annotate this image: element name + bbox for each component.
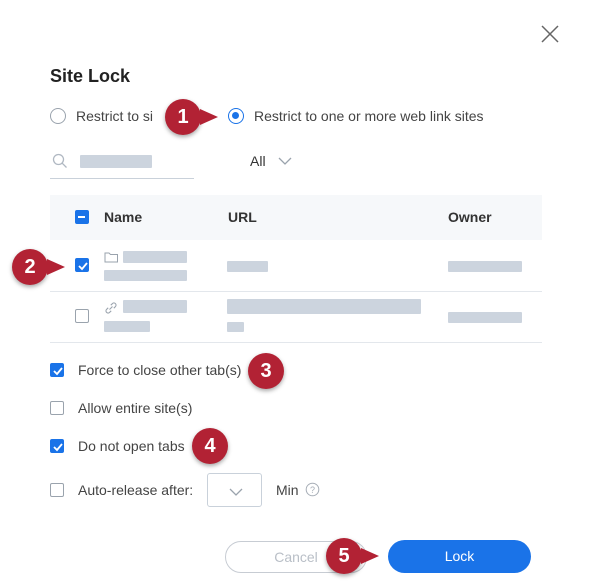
svg-text:?: ? [310,485,315,495]
annotation-badge-4: 4 [192,428,228,464]
auto-release-select[interactable] [207,473,262,507]
radio-restrict-site[interactable]: Restrict to si [50,108,153,124]
row-owner-redacted [448,261,522,272]
dialog-title: Site Lock [50,66,131,86]
row-owner-redacted [448,312,522,323]
lock-button[interactable]: Lock [388,540,531,573]
close-button[interactable] [538,22,562,46]
row-name-redacted [123,251,187,263]
radio-label: Restrict to one or more web link sites [254,108,484,124]
auto-release-checkbox[interactable] [50,483,64,497]
row-checkbox[interactable] [75,309,89,323]
close-icon [541,25,559,43]
row-subtext-redacted [104,270,187,281]
select-all-checkbox[interactable] [75,210,89,224]
annotation-badge-3: 3 [248,353,284,389]
annotation-arrow-1 [200,109,218,125]
no-open-tabs-label: Do not open tabs [78,438,185,454]
row-url-redacted [227,299,421,314]
filter-value: All [250,153,266,169]
row-divider [50,342,542,343]
chevron-down-icon [229,488,243,496]
checkmark-icon [53,443,63,452]
row-subtext-redacted [104,321,150,332]
radio-label: Restrict to si [76,108,154,124]
row-name-redacted [123,300,187,313]
checkmark-icon [78,262,88,271]
annotation-badge-1: 1 [165,99,201,135]
min-unit-label: Min [276,482,299,498]
auto-release-label: Auto-release after: [78,482,194,498]
filter-dropdown[interactable]: All [250,153,292,169]
force-close-checkbox[interactable] [50,363,64,377]
column-header-url: URL [228,209,257,225]
radio-button-selected[interactable] [228,108,244,124]
column-header-name: Name [104,209,143,225]
search-icon [52,153,67,168]
help-icon[interactable]: ? [305,482,320,497]
radio-restrict-web[interactable]: Restrict to one or more web link sites [228,108,484,124]
search-input[interactable] [50,148,194,179]
search-placeholder-redacted [80,155,152,168]
link-icon [105,302,117,314]
column-header-owner: Owner [448,209,492,225]
annotation-badge-2: 2 [12,249,48,285]
allow-entire-checkbox[interactable] [50,401,64,415]
radio-button[interactable] [50,108,66,124]
annotation-arrow-2 [47,259,65,275]
row-checkbox[interactable] [75,258,89,272]
allow-entire-label: Allow entire site(s) [78,400,193,416]
folder-icon [104,252,118,263]
checkmark-icon [53,367,63,376]
chevron-down-icon [278,157,292,165]
force-close-label: Force to close other tab(s) [78,362,242,378]
no-open-tabs-checkbox[interactable] [50,439,64,453]
annotation-badge-5: 5 [326,538,362,574]
annotation-arrow-5 [361,548,379,564]
row-url-redacted-2 [227,322,244,332]
row-url-redacted [227,261,268,272]
